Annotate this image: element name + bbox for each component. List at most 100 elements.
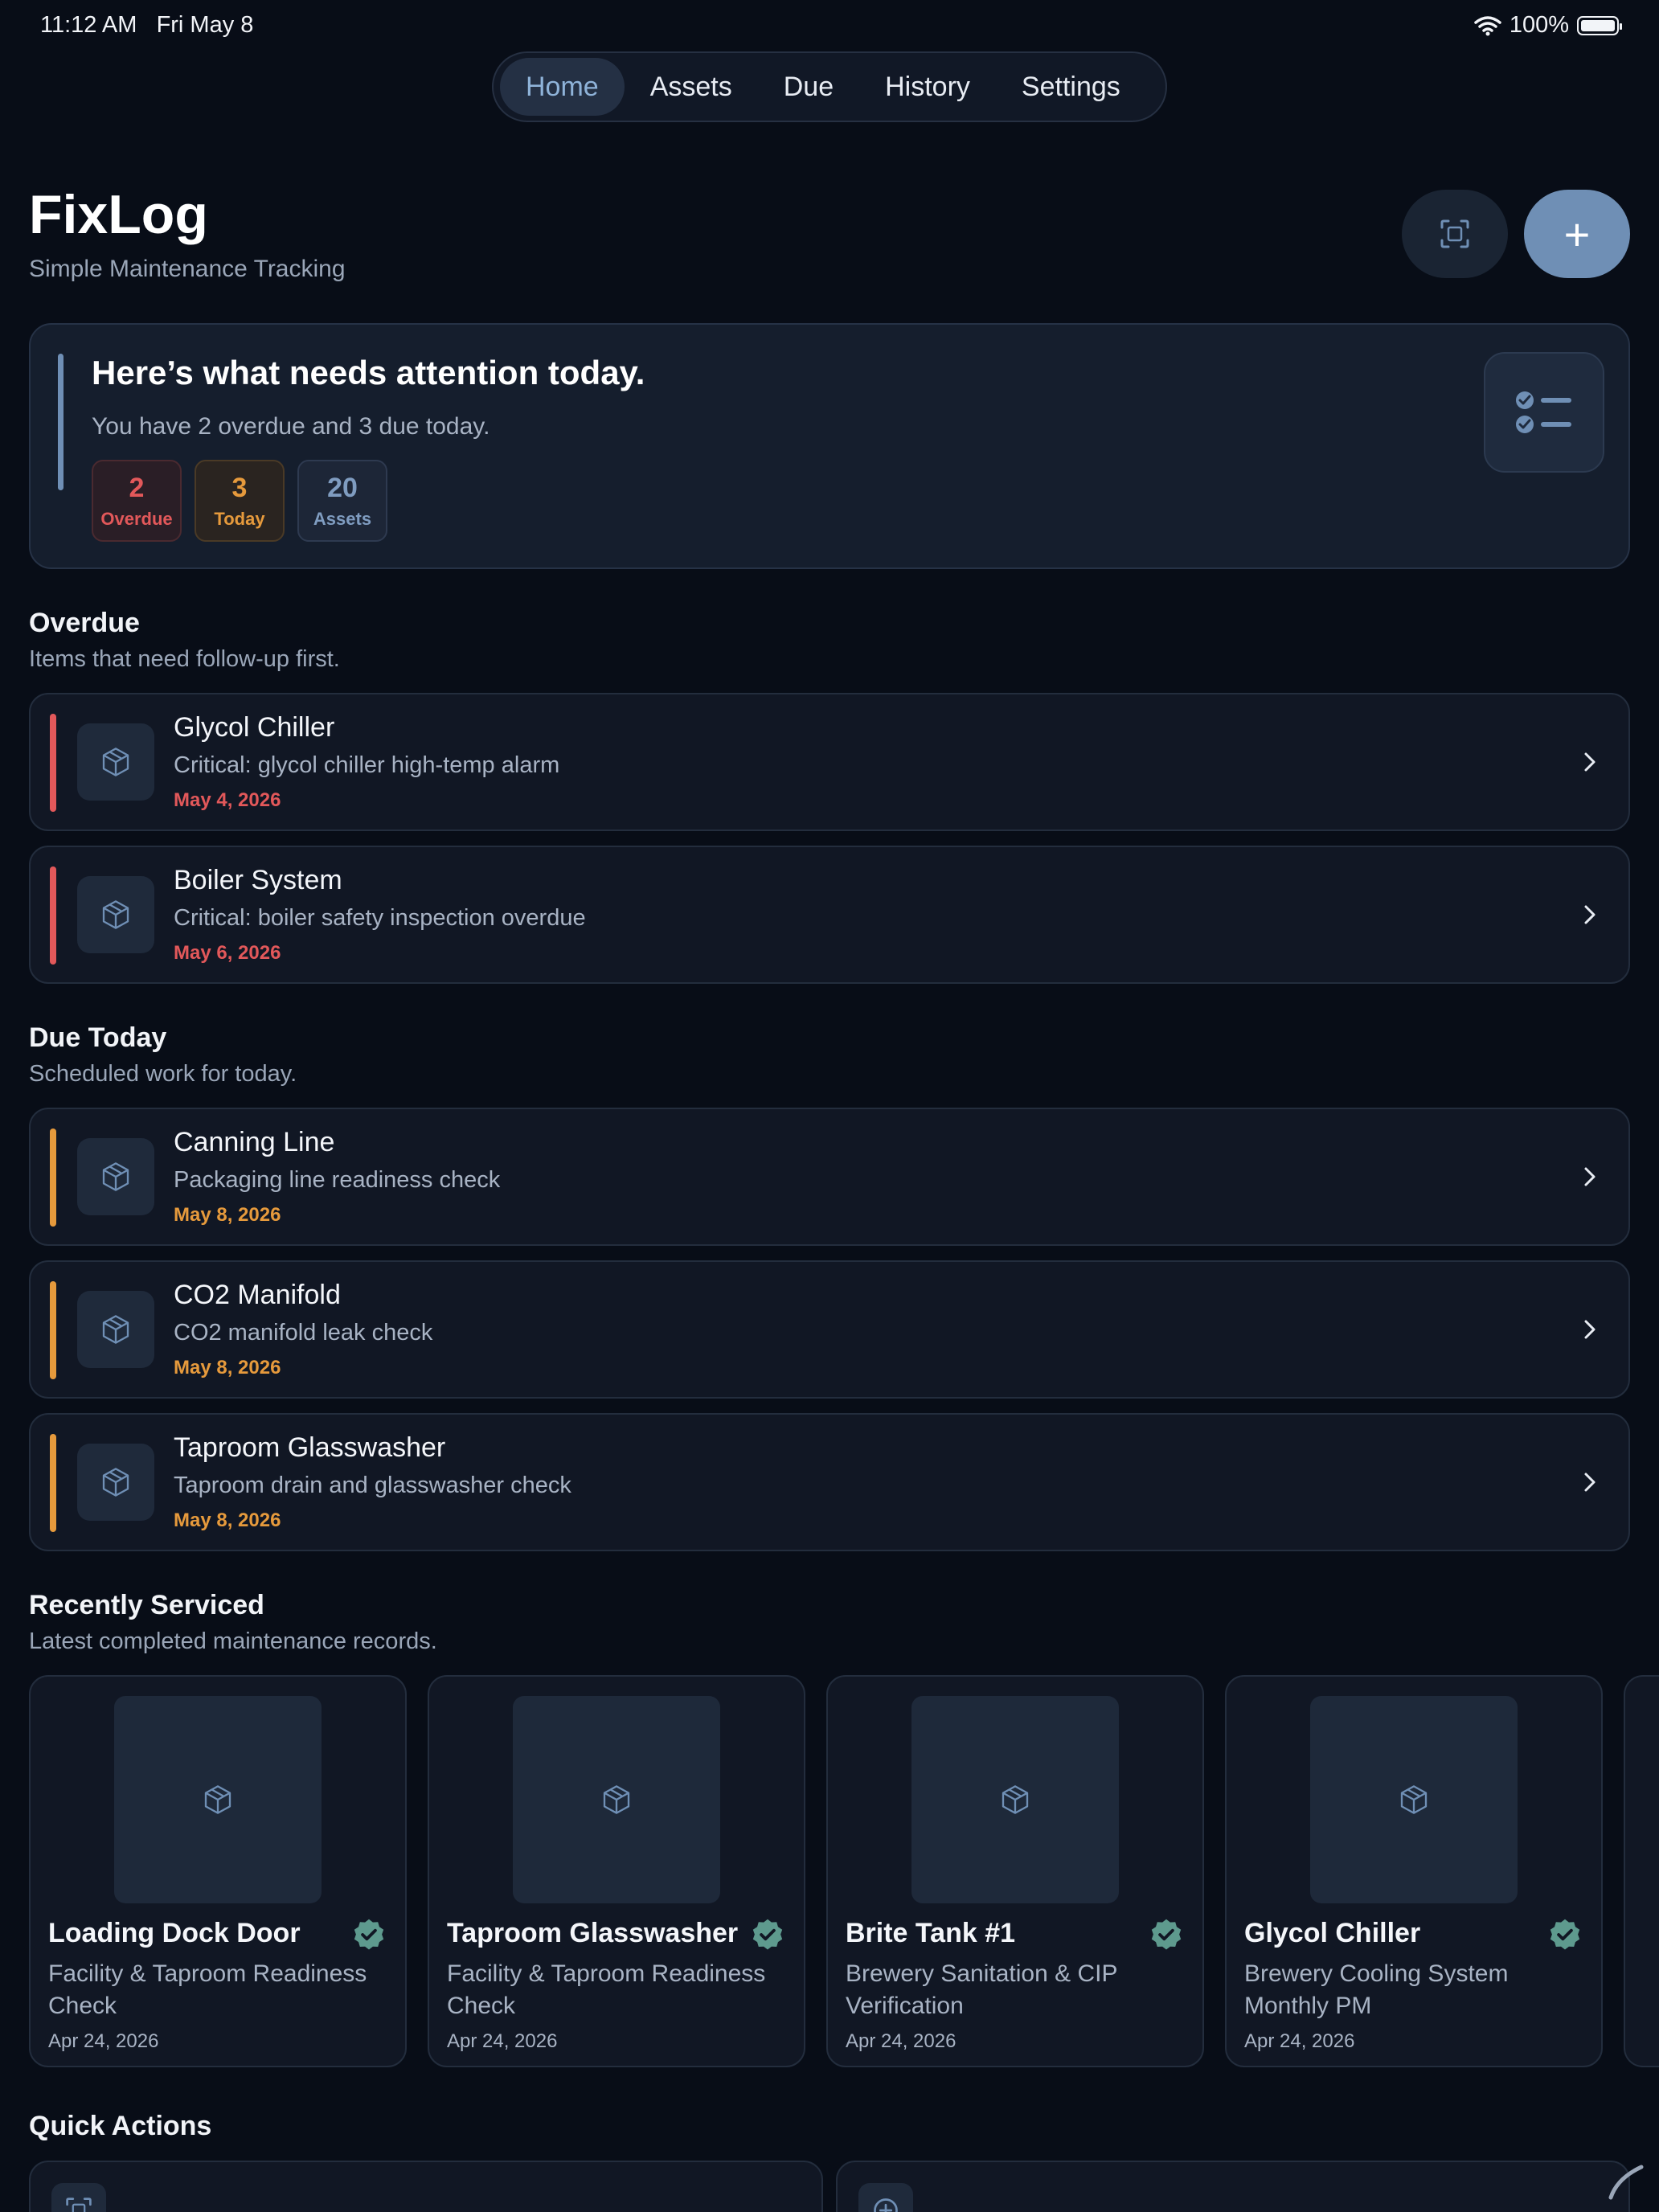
asset-thumbnail <box>911 1696 1119 1903</box>
summary-subtitle: You have 2 overdue and 3 due today. <box>92 413 490 440</box>
asset-icon <box>77 876 154 953</box>
overdue-item[interactable]: Boiler System Critical: boiler safety in… <box>29 846 1630 984</box>
due-today-item[interactable]: Canning Line Packaging line readiness ch… <box>29 1108 1630 1246</box>
overdue-section-title: Overdue <box>29 608 140 638</box>
item-name: Glycol Chiller <box>174 712 335 743</box>
recent-service-card-partial[interactable] <box>1624 1675 1659 2067</box>
verified-badge-icon <box>1151 1919 1182 1950</box>
assets-count-chip[interactable]: 20 Assets <box>297 460 387 542</box>
status-bar-overdue <box>50 866 56 965</box>
due-today-item[interactable]: CO2 Manifold CO2 manifold leak check May… <box>29 1260 1630 1399</box>
recent-section-title: Recently Serviced <box>29 1590 264 1620</box>
tab-settings[interactable]: Settings <box>996 58 1146 116</box>
clock-time: 11:12 AM <box>40 12 137 38</box>
status-right: 100% <box>1474 12 1622 39</box>
recent-service-card[interactable]: Loading Dock Door Facility & Taproom Rea… <box>29 1675 407 2067</box>
chevron-right-icon <box>1575 1315 1604 1344</box>
service-description: Facility & Taproom Readiness Check <box>48 1960 367 2019</box>
status-bar-due <box>50 1434 56 1532</box>
scroll-indicator <box>1608 2165 1644 2200</box>
recent-service-card[interactable]: Taproom Glasswasher Facility & Taproom R… <box>428 1675 805 2067</box>
summary-heading: Here’s what needs attention today. <box>92 354 645 391</box>
chevron-right-icon <box>1575 1468 1604 1497</box>
item-date: May 6, 2026 <box>174 942 281 964</box>
asset-thumbnail <box>513 1696 720 1903</box>
add-circle-icon <box>858 2183 913 2212</box>
verified-badge-icon <box>1550 1919 1580 1950</box>
status-bar: 11:12 AM Fri May 8 100% <box>0 0 1659 51</box>
recent-service-card[interactable]: Glycol Chiller Brewery Cooling System Mo… <box>1225 1675 1603 2067</box>
app-title: FixLog <box>29 184 208 245</box>
plus-icon: + <box>1563 208 1591 260</box>
service-date: Apr 24, 2026 <box>846 2030 956 2052</box>
item-description: CO2 manifold leak check <box>174 1320 433 1346</box>
asset-icon <box>77 1444 154 1521</box>
quick-action-add[interactable] <box>836 2161 1630 2212</box>
add-button[interactable]: + <box>1524 190 1630 278</box>
overdue-item[interactable]: Glycol Chiller Critical: glycol chiller … <box>29 693 1630 831</box>
tab-due[interactable]: Due <box>758 58 859 116</box>
due-today-section-title: Due Today <box>29 1022 167 1053</box>
item-date: May 8, 2026 <box>174 1204 281 1226</box>
service-date: Apr 24, 2026 <box>447 2030 558 2052</box>
service-asset-name: Loading Dock Door <box>48 1918 301 1948</box>
status-time: 11:12 AM Fri May 8 <box>40 12 253 39</box>
chevron-right-icon <box>1575 900 1604 929</box>
app-subtitle: Simple Maintenance Tracking <box>29 256 346 282</box>
due-today-section-subtitle: Scheduled work for today. <box>29 1061 297 1087</box>
wifi-icon <box>1474 15 1501 35</box>
scan-icon <box>1440 219 1469 248</box>
asset-thumbnail <box>1310 1696 1518 1903</box>
item-date: May 8, 2026 <box>174 1509 281 1531</box>
summary-chips: 2 Overdue 3 Today 20 Assets <box>92 460 387 542</box>
item-description: Critical: glycol chiller high-temp alarm <box>174 752 560 778</box>
chevron-right-icon <box>1575 748 1604 776</box>
tab-assets[interactable]: Assets <box>625 58 758 116</box>
scan-button[interactable] <box>1402 190 1508 278</box>
item-description: Taproom drain and glasswasher check <box>174 1473 571 1498</box>
asset-icon <box>77 1291 154 1368</box>
chip-label: Overdue <box>100 508 173 529</box>
chip-value: 20 <box>327 472 358 503</box>
chevron-right-icon <box>1575 1162 1604 1191</box>
verified-badge-icon <box>354 1919 384 1950</box>
scan-icon <box>51 2183 106 2212</box>
chip-label: Assets <box>313 508 372 529</box>
due-today-item[interactable]: Taproom Glasswasher Taproom drain and gl… <box>29 1413 1630 1551</box>
service-asset-name: Taproom Glasswasher <box>447 1918 739 1948</box>
item-name: Canning Line <box>174 1127 335 1157</box>
tab-history[interactable]: History <box>859 58 996 116</box>
verified-badge-icon <box>752 1919 783 1950</box>
item-date: May 4, 2026 <box>174 789 281 811</box>
quick-action-scan[interactable] <box>29 2161 823 2212</box>
battery-percent: 100% <box>1509 12 1569 38</box>
service-description: Brewery Sanitation & CIP Verification <box>846 1960 1117 2019</box>
asset-icon <box>77 723 154 801</box>
recent-service-card[interactable]: Brite Tank #1 Brewery Sanitation & CIP V… <box>826 1675 1204 2067</box>
chip-label: Today <box>214 508 265 529</box>
quick-actions-title: Quick Actions <box>29 2111 212 2141</box>
item-name: Boiler System <box>174 865 342 895</box>
checklist-icon <box>1484 352 1604 473</box>
attention-summary-card: Here’s what needs attention today. You h… <box>29 323 1630 569</box>
service-asset-name: Brite Tank #1 <box>846 1918 1016 1948</box>
overdue-section-subtitle: Items that need follow-up first. <box>29 646 340 672</box>
asset-thumbnail <box>114 1696 322 1903</box>
chip-value: 3 <box>231 472 248 503</box>
status-bar-due <box>50 1129 56 1227</box>
recent-section-subtitle: Latest completed maintenance records. <box>29 1628 437 1654</box>
item-description: Critical: boiler safety inspection overd… <box>174 905 586 931</box>
item-name: Taproom Glasswasher <box>174 1432 446 1463</box>
item-description: Packaging line readiness check <box>174 1167 501 1193</box>
service-description: Facility & Taproom Readiness Check <box>447 1960 766 2019</box>
today-count-chip[interactable]: 3 Today <box>195 460 285 542</box>
service-date: Apr 24, 2026 <box>48 2030 159 2052</box>
summary-accent-bar <box>58 354 63 490</box>
status-bar-due <box>50 1281 56 1379</box>
status-bar-overdue <box>50 714 56 812</box>
service-asset-name: Glycol Chiller <box>1244 1918 1421 1948</box>
tab-home[interactable]: Home <box>500 58 625 116</box>
tab-bar: Home Assets Due History Settings <box>492 51 1167 122</box>
overdue-count-chip[interactable]: 2 Overdue <box>92 460 182 542</box>
asset-icon <box>77 1138 154 1215</box>
